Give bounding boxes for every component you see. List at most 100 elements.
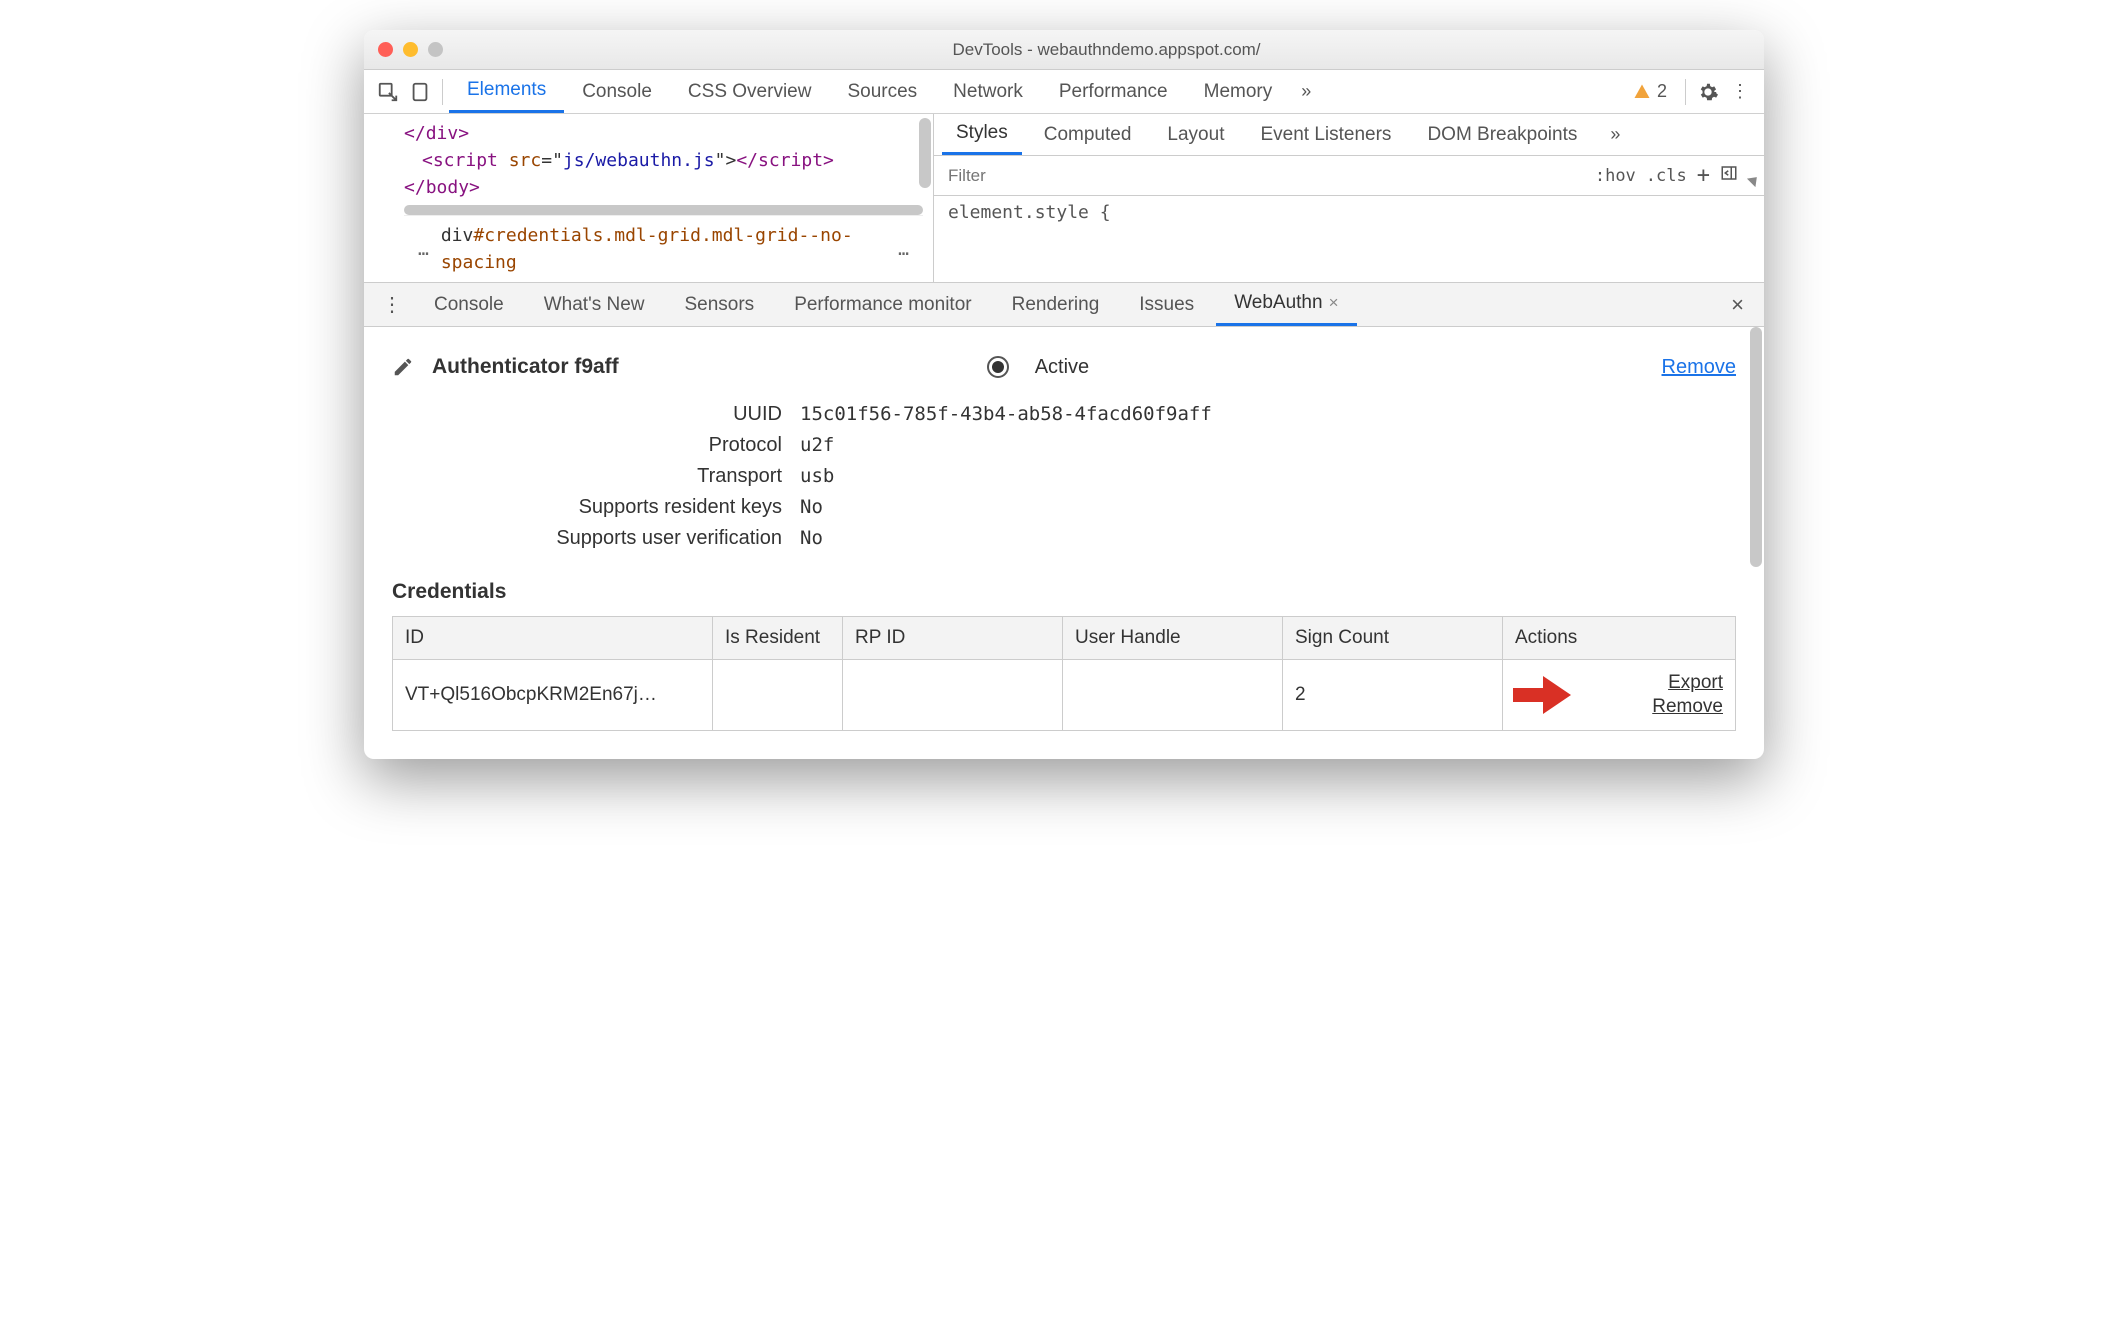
element-style-block[interactable]: element.style {	[934, 196, 1764, 229]
hov-toggle[interactable]: :hov	[1595, 166, 1636, 186]
main-tabs: Elements Console CSS Overview Sources Ne…	[364, 70, 1764, 114]
tab-styles[interactable]: Styles	[942, 114, 1022, 155]
new-style-rule-icon[interactable]: +	[1697, 163, 1710, 188]
tab-layout[interactable]: Layout	[1153, 114, 1238, 155]
code: body	[426, 177, 469, 198]
inspect-icon[interactable]	[372, 76, 404, 108]
authenticator-name: Authenticator f9aff	[432, 355, 619, 379]
cell-userhandle	[1063, 660, 1283, 731]
cell-id: VT+Ql516ObcpKRM2En67j…	[393, 660, 713, 731]
divider	[442, 79, 443, 105]
tab-performance[interactable]: Performance	[1041, 70, 1186, 113]
tab-event-listeners[interactable]: Event Listeners	[1246, 114, 1405, 155]
device-toggle-icon[interactable]	[404, 76, 436, 108]
close-tab-icon[interactable]: ×	[1329, 293, 1339, 313]
tab-dom-breakpoints[interactable]: DOM Breakpoints	[1413, 114, 1591, 155]
breadcrumb-prefix: …	[418, 236, 429, 263]
tab-console[interactable]: Console	[564, 70, 670, 113]
drawer-tab-issues[interactable]: Issues	[1121, 283, 1212, 326]
breadcrumb[interactable]: … div#credentials.mdl-grid.mdl-grid--no-…	[404, 215, 923, 282]
drawer-tabs: ⋮ Console What's New Sensors Performance…	[364, 283, 1764, 327]
tab-network[interactable]: Network	[935, 70, 1041, 113]
code: >	[823, 150, 834, 171]
drawer-tab-webauthn[interactable]: WebAuthn ×	[1216, 283, 1356, 326]
drawer-tab-sensors[interactable]: Sensors	[666, 283, 772, 326]
code: ">	[715, 150, 737, 171]
tab-elements[interactable]: Elements	[449, 70, 564, 113]
window-title: DevTools - webauthndemo.appspot.com/	[463, 40, 1750, 60]
prop-key: Transport	[492, 465, 782, 488]
code: script	[758, 150, 823, 171]
authenticator-props: UUID15c01f56-785f-43b4-ab58-4facd60f9aff…	[492, 403, 1736, 550]
cell-actions: Export Remove	[1503, 660, 1736, 731]
titlebar: DevTools - webauthndemo.appspot.com/	[364, 30, 1764, 70]
code: src	[498, 150, 541, 171]
prop-value: No	[800, 527, 823, 550]
code: >	[469, 177, 480, 198]
minimize-window-icon[interactable]	[403, 42, 418, 57]
remove-authenticator-link[interactable]: Remove	[1662, 356, 1736, 379]
prop-value: 15c01f56-785f-43b4-ab58-4facd60f9aff	[800, 403, 1212, 426]
tab-computed[interactable]: Computed	[1030, 114, 1146, 155]
cell-rpid	[843, 660, 1063, 731]
more-tabs-icon[interactable]: »	[1599, 119, 1631, 151]
cls-toggle[interactable]: .cls	[1646, 166, 1687, 186]
close-drawer-icon[interactable]: ×	[1719, 292, 1756, 318]
maximize-window-icon[interactable]	[428, 42, 443, 57]
edit-icon[interactable]	[392, 356, 414, 378]
drawer-tab-whatsnew[interactable]: What's New	[526, 283, 663, 326]
more-tabs-icon[interactable]: »	[1290, 76, 1322, 108]
scrollbar-vertical[interactable]	[919, 118, 931, 188]
col-rpid: RP ID	[843, 617, 1063, 660]
drawer-tab-rendering[interactable]: Rendering	[994, 283, 1118, 326]
close-window-icon[interactable]	[378, 42, 393, 57]
prop-value: usb	[800, 465, 834, 488]
styles-filter-input[interactable]	[934, 156, 1585, 195]
prop-key: Supports resident keys	[492, 496, 782, 519]
code: >	[458, 123, 469, 144]
code: div	[426, 123, 459, 144]
cell-resident	[713, 660, 843, 731]
col-userhandle: User Handle	[1063, 617, 1283, 660]
credentials-heading: Credentials	[392, 580, 1736, 604]
bc-tag: div	[441, 225, 474, 246]
scrollbar-horizontal[interactable]	[404, 205, 923, 215]
code: </	[736, 150, 758, 171]
arrow-annotation-icon	[1513, 670, 1573, 720]
drawer-tab-label: WebAuthn	[1234, 292, 1322, 314]
col-signcount: Sign Count	[1283, 617, 1503, 660]
warning-count-number: 2	[1657, 81, 1667, 102]
kebab-menu-icon[interactable]: ⋮	[1724, 76, 1756, 108]
prop-value: No	[800, 496, 823, 519]
drawer-tab-console[interactable]: Console	[416, 283, 522, 326]
code: <	[422, 150, 433, 171]
bc-id: #credentials	[473, 225, 603, 246]
styles-tabs: Styles Computed Layout Event Listeners D…	[934, 114, 1764, 156]
cell-signcount: 2	[1283, 660, 1503, 731]
drawer-menu-icon[interactable]: ⋮	[372, 292, 412, 317]
tab-memory[interactable]: Memory	[1186, 70, 1291, 113]
divider	[1685, 79, 1686, 105]
tab-css-overview[interactable]: CSS Overview	[670, 70, 830, 113]
breadcrumb-selected[interactable]: div#credentials.mdl-grid.mdl-grid--no-sp…	[441, 222, 886, 276]
warning-count[interactable]: 2	[1633, 81, 1667, 102]
credentials-table: ID Is Resident RP ID User Handle Sign Co…	[392, 616, 1736, 731]
active-label: Active	[1035, 356, 1089, 379]
traffic-lights	[378, 42, 443, 57]
drawer-tab-perfmon[interactable]: Performance monitor	[776, 283, 989, 326]
dom-tree[interactable]: </div> <script src="js/webauthn.js"></sc…	[364, 114, 934, 282]
tab-sources[interactable]: Sources	[829, 70, 935, 113]
code: </	[404, 123, 426, 144]
toggle-sidebar-icon[interactable]	[1720, 164, 1738, 187]
prop-value: u2f	[800, 434, 834, 457]
styles-filter-row: :hov .cls +	[934, 156, 1764, 196]
scrollbar-vertical[interactable]	[1750, 327, 1762, 567]
active-radio[interactable]	[987, 356, 1009, 378]
resize-handle-icon[interactable]	[1747, 172, 1761, 186]
code: script	[433, 150, 498, 171]
breadcrumb-suffix: …	[898, 236, 909, 263]
styles-pane: Styles Computed Layout Event Listeners D…	[934, 114, 1764, 282]
settings-icon[interactable]	[1692, 76, 1724, 108]
table-row: VT+Ql516ObcpKRM2En67j… 2 Export Remove	[393, 660, 1736, 731]
col-resident: Is Resident	[713, 617, 843, 660]
